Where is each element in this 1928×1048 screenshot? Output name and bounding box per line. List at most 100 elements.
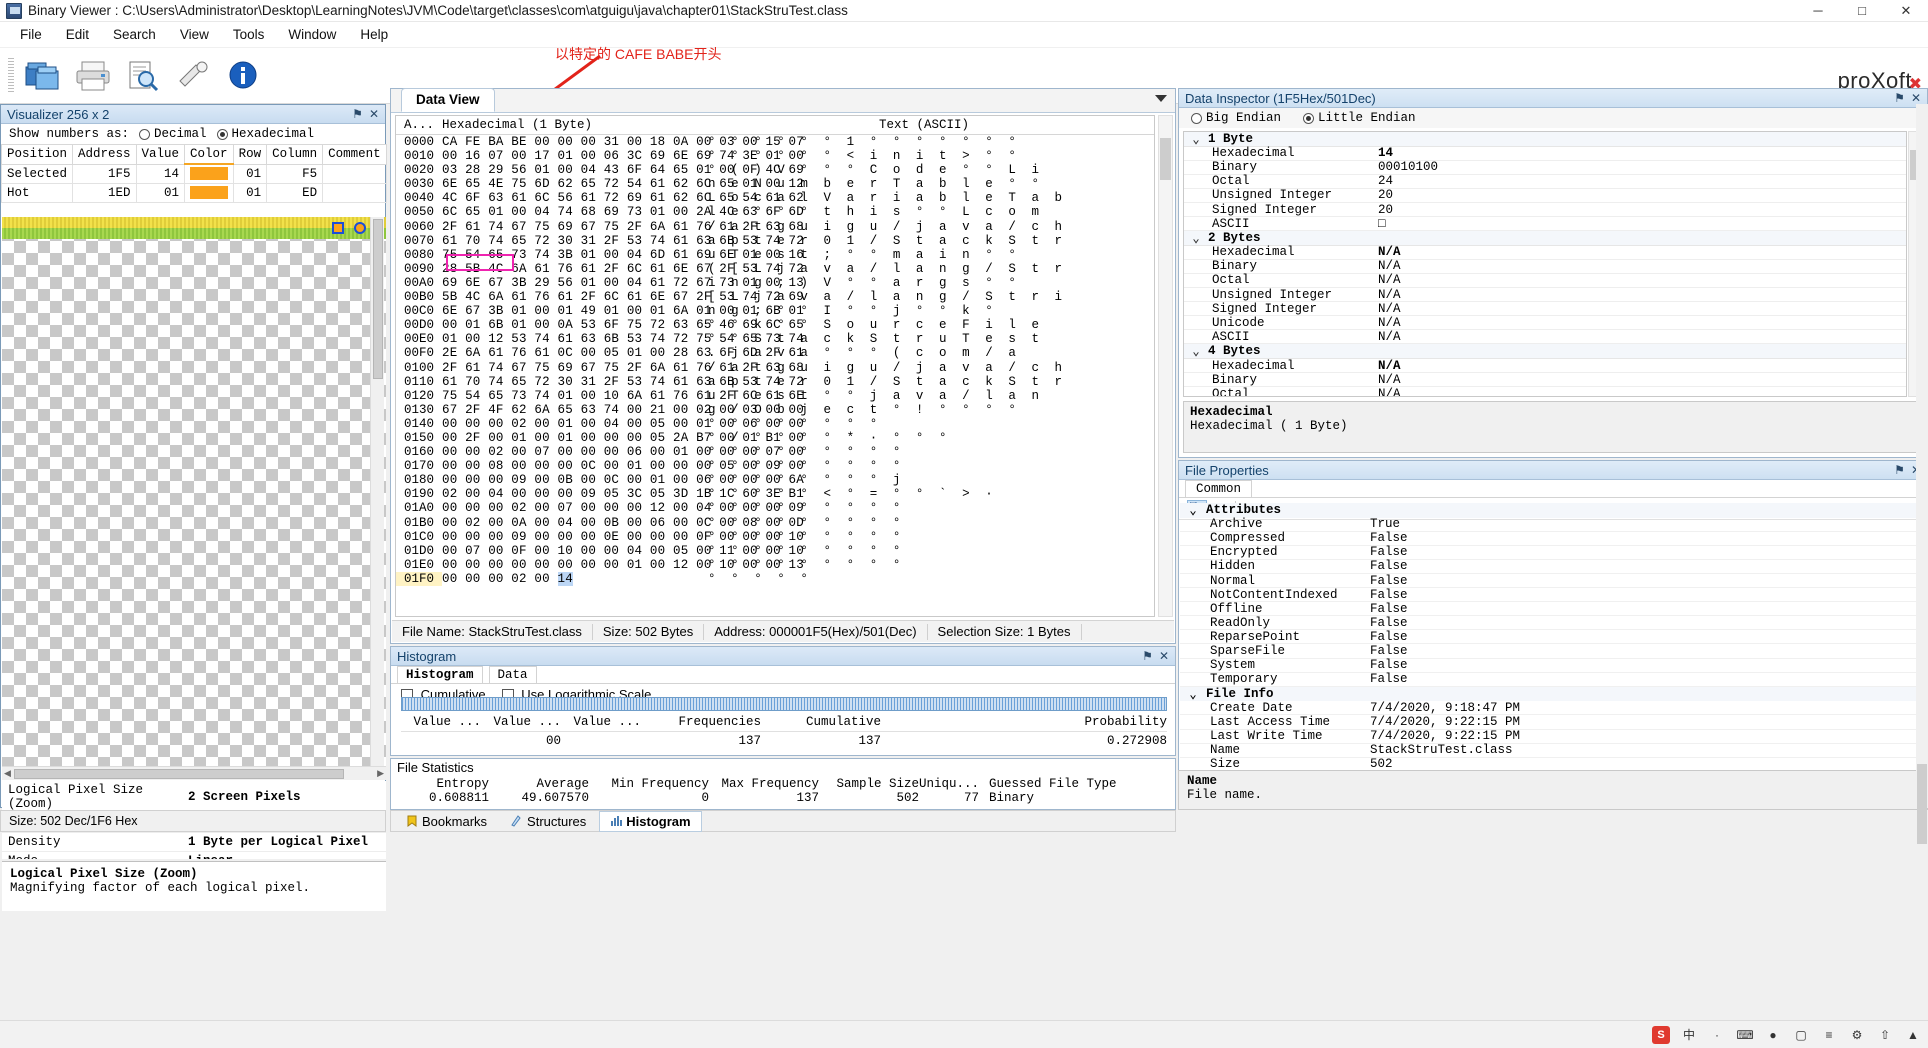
hex-row[interactable]: 01D0 00 07 00 0F 00 10 00 00 04 00 05 00 … [396, 544, 1154, 558]
hex-row[interactable]: 0050 6C 65 01 00 04 74 68 69 73 01 00 2A … [396, 205, 1154, 219]
selected-pixel-marker[interactable] [332, 222, 344, 234]
hex-row[interactable]: 0060 2F 61 74 67 75 69 67 75 2F 6A 61 76 … [396, 220, 1154, 234]
hex-row-bytes[interactable]: 00 16 07 00 17 01 00 06 3C 69 6E 69 74 3… [442, 149, 804, 163]
menu-search[interactable]: Search [101, 24, 168, 45]
hcol-cumulative[interactable]: Cumulative [761, 715, 881, 729]
inspector-row[interactable]: Hexadecimal N/A [1184, 245, 1906, 260]
hex-row-bytes[interactable]: 00 00 02 00 07 00 00 00 06 00 01 00 00 0… [442, 445, 804, 459]
hex-row-ascii[interactable]: ° ° ° ° ° ° ° ° [708, 417, 1154, 431]
file-properties-row[interactable]: Temporary False [1180, 672, 1926, 687]
hex-row-ascii[interactable]: a p t e r 0 1 / S t a c k S t r [708, 375, 1154, 389]
hex-row[interactable]: 0140 00 00 00 02 00 01 00 04 00 05 00 01 … [396, 417, 1154, 431]
hex-row[interactable]: 0010 00 16 07 00 17 01 00 06 3C 69 6E 69 … [396, 149, 1154, 163]
hex-row-bytes[interactable]: 02 00 04 00 00 00 09 05 3C 05 3D 1B 1C 6… [442, 487, 804, 501]
hex-row[interactable]: 0020 03 28 29 56 01 00 04 43 6F 64 65 01 … [396, 163, 1154, 177]
file-properties-pin-icon[interactable]: ⚑ [1894, 464, 1905, 476]
inspector-row[interactable]: Signed Integer N/A [1184, 302, 1906, 317]
col-row[interactable]: Row [232, 144, 268, 165]
screenshot-icon[interactable]: ▢ [1792, 1026, 1810, 1044]
menu-edit[interactable]: Edit [54, 24, 101, 45]
hex-row[interactable]: 0130 67 2F 4F 62 6A 65 63 74 00 21 00 02 … [396, 403, 1154, 417]
hex-row[interactable]: 01A0 00 00 00 02 00 07 00 00 00 12 00 04 … [396, 501, 1154, 515]
hex-row[interactable]: 0030 6E 65 4E 75 6D 62 65 72 54 61 62 6C … [396, 177, 1154, 191]
file-properties-group-header[interactable]: ⌄ Attributes [1180, 503, 1926, 518]
inspector-row[interactable]: ASCII □ [1184, 217, 1906, 232]
col-value[interactable]: Value [135, 144, 186, 165]
help-button[interactable] [220, 53, 266, 99]
radio-big-endian[interactable]: Big Endian [1191, 111, 1281, 125]
hex-row-bytes[interactable]: 6E 67 3B 01 00 01 49 01 00 01 6A 01 00 0… [442, 304, 804, 318]
hex-row-bytes[interactable]: 00 2F 00 01 00 01 00 00 00 05 2A B7 00 0… [442, 431, 804, 445]
file-properties-row[interactable]: Archive True [1180, 517, 1926, 532]
col-color[interactable]: Color [184, 144, 234, 165]
file-properties-row[interactable]: Offline False [1180, 602, 1926, 617]
hex-row[interactable]: 0190 02 00 04 00 00 00 09 05 3C 05 3D 1B … [396, 487, 1154, 501]
inspector-row[interactable]: Binary N/A [1184, 259, 1906, 274]
file-properties-row[interactable]: ReadOnly False [1180, 616, 1926, 631]
data-view-scrollbar[interactable] [1158, 115, 1173, 617]
file-properties-list[interactable]: ⌄ Attributes Archive True Compressed False Enc… [1180, 503, 1926, 806]
file-properties-row[interactable]: Name StackStruTest.class [1180, 743, 1926, 758]
hex-row-ascii[interactable]: ° ° ° ° ° ° ° ° ° [708, 445, 1154, 459]
hex-row-ascii[interactable]: n g ; ° ° I ° ° j ° ° k ° [708, 304, 1154, 318]
hex-row-bytes[interactable]: 6C 65 01 00 04 74 68 69 73 01 00 2A 4C 6… [442, 205, 804, 219]
col-column[interactable]: Column [266, 144, 324, 165]
col-comment[interactable]: Comment [322, 144, 387, 165]
hex-row-ascii[interactable]: ° ° ° ° ° ° ° ° j [708, 473, 1154, 487]
hex-row-ascii[interactable]: ° ° ° ° ° ° ° ° ° [708, 459, 1154, 473]
app-vertical-scrollbar[interactable] [1916, 104, 1928, 844]
data-inspector-close-icon[interactable]: ✕ [1911, 92, 1921, 104]
hcol-value3[interactable]: Value ... [561, 715, 641, 729]
microphone-icon[interactable]: ● [1764, 1026, 1782, 1044]
inspector-row[interactable]: Unicode N/A [1184, 316, 1906, 331]
hex-row-bytes[interactable]: 00 00 00 02 00 01 00 04 00 05 00 01 00 0… [442, 417, 804, 431]
table-row[interactable]: Hot 1ED 01 01 ED [0, 182, 387, 203]
hex-row-ascii[interactable]: ° / ° ° ° ° * · ° ° ° [708, 431, 1154, 445]
hex-row[interactable]: 01F0 00 00 00 02 00 14 ° ° ° ° ° [396, 571, 1154, 586]
ime-chinese-icon[interactable]: 中 [1680, 1026, 1698, 1044]
chevron-down-icon[interactable]: ⌄ [1180, 503, 1206, 518]
chevron-down-icon[interactable]: ⌄ [1184, 343, 1208, 359]
hex-row-ascii[interactable]: ° ° ° ° ° ° ° ° ° [708, 501, 1154, 515]
inspector-group-header[interactable]: ⌄ 2 Bytes [1184, 231, 1906, 246]
hex-row-bytes[interactable]: 69 6E 67 3B 29 56 01 00 04 61 72 67 73 0… [442, 276, 804, 290]
toolbar-grip[interactable] [8, 57, 14, 94]
file-properties-row[interactable]: System False [1180, 658, 1926, 673]
hex-row-ascii[interactable]: n e N u m b e r T a b l e ° ° [708, 177, 1154, 191]
hex-row-bytes[interactable]: 00 00 00 02 00 14 [442, 571, 700, 586]
hex-row-ascii[interactable]: . j a v a ° ° ° ( c o m / a [708, 346, 1154, 360]
file-properties-row[interactable]: Last Access Time 7/4/2020, 9:22:15 PM [1180, 715, 1926, 730]
hcol-probability[interactable]: Probability [881, 715, 1167, 729]
visualizer-vertical-scrollbar[interactable] [370, 217, 384, 766]
hex-row-bytes[interactable]: 00 00 00 00 00 00 00 00 01 00 12 00 10 0… [442, 558, 804, 572]
hex-row-ascii[interactable]: i n g ; ) V ° ° a r g s ° ° [708, 276, 1154, 290]
hex-row[interactable]: 0000 CA FE BA BE 00 00 00 31 00 18 0A 00 … [396, 135, 1154, 149]
file-properties-row[interactable]: Last Write Time 7/4/2020, 9:22:15 PM [1180, 729, 1926, 744]
hex-row-bytes[interactable]: 67 2F 4F 62 6A 65 63 74 00 21 00 02 00 0… [442, 403, 804, 417]
hex-row-ascii[interactable]: ( [ L j a v a / l a n g / S t r [708, 262, 1154, 276]
hex-row[interactable]: 0040 4C 6F 63 61 6C 56 61 72 69 61 62 6C … [396, 191, 1154, 205]
hex-row-ascii[interactable]: a p t e r 0 1 / S t a c k S t r [708, 234, 1154, 248]
hex-row[interactable]: 0090 28 5B 4C 6A 61 76 61 2F 6C 61 6E 67 … [396, 262, 1154, 276]
file-properties-row[interactable]: SparseFile False [1180, 644, 1926, 659]
ime-punctuation-icon[interactable]: · [1708, 1026, 1726, 1044]
hcol-value2[interactable]: Value ... [481, 715, 561, 729]
hex-row[interactable]: 0180 00 00 00 09 00 0B 00 0C 00 01 00 06 … [396, 473, 1154, 487]
table-row[interactable]: Selected 1F5 14 01 F5 [0, 163, 387, 184]
inspector-row[interactable]: ASCII N/A [1184, 330, 1906, 345]
hex-row-ascii[interactable]: [ L j a v a / l a n g / S t r i [708, 290, 1154, 304]
close-button[interactable]: ✕ [1884, 0, 1928, 22]
inspector-row[interactable]: Binary 00010100 [1184, 160, 1906, 175]
menu-view[interactable]: View [168, 24, 221, 45]
hex-row[interactable]: 00A0 69 6E 67 3B 29 56 01 00 04 61 72 67 … [396, 276, 1154, 290]
hex-row-ascii[interactable]: ° ° ° ° ° < ° = ° ° ` > · [708, 487, 1154, 501]
hex-row[interactable]: 0150 00 2F 00 01 00 01 00 00 00 05 2A B7 … [396, 431, 1154, 445]
hex-row-bytes[interactable]: 28 5B 4C 6A 61 76 61 2F 6C 61 6E 67 2F 5… [442, 262, 804, 276]
print-button[interactable] [70, 53, 116, 99]
inspector-row[interactable]: Octal N/A [1184, 273, 1906, 289]
maximize-button[interactable]: □ [1840, 0, 1884, 22]
hex-row-bytes[interactable]: 2F 61 74 67 75 69 67 75 2F 6A 61 76 61 2… [442, 220, 804, 234]
hex-row-bytes[interactable]: 00 00 00 09 00 00 00 0E 00 00 00 0F 00 0… [442, 530, 804, 544]
hex-row-bytes[interactable]: 00 00 00 02 00 07 00 00 00 12 00 04 00 0… [442, 501, 804, 515]
inspector-group-header[interactable]: ⌄ 1 Byte [1184, 132, 1906, 147]
